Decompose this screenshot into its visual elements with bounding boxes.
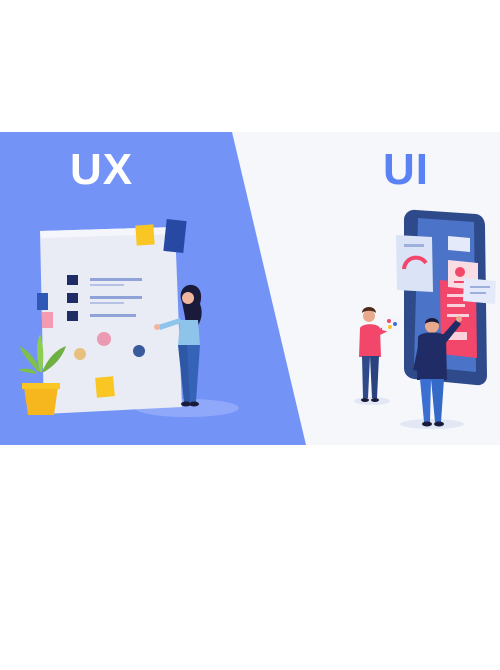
sticky-note-pink (42, 312, 53, 328)
tan-dot (74, 348, 86, 360)
ux-ui-banner: UX UI (0, 132, 500, 445)
page: UX UI (0, 0, 500, 670)
sticky-note-yellow (135, 224, 155, 246)
ui-label: UI (383, 145, 429, 194)
ux-label: UX (70, 145, 134, 194)
gauge-card (396, 235, 433, 292)
text-card (463, 278, 496, 304)
blue-dot (133, 345, 145, 357)
sticky-note-blue (37, 293, 48, 310)
pink-dot (97, 332, 111, 346)
sticky-note-yellow-small (95, 376, 115, 398)
sticky-note-navy (163, 219, 187, 253)
small-card (448, 236, 470, 252)
